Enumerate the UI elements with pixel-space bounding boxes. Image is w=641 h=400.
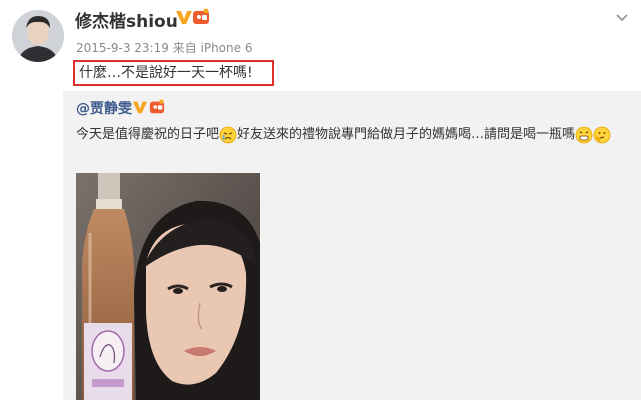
crying-emoji-icon — [219, 126, 237, 144]
repost-text-part1: 今天是值得慶祝的日子吧 — [76, 127, 220, 142]
post-photo[interactable] — [76, 173, 260, 400]
grin-emoji-icon — [575, 126, 593, 144]
repost-text-part2: 好友送來的禮物說專門給做月子的媽媽喝…請問是喝一瓶嗎 — [237, 127, 576, 142]
author-name[interactable]: 修杰楷shiou — [75, 7, 178, 32]
post-meta: 2015-9-3 23:19 来自 iPhone 6 — [76, 41, 253, 55]
verified-v-icon[interactable] — [175, 8, 193, 26]
weibo-post: 修杰楷shiou 2015-9-3 23:19 来自 iPhone 6 什麼…不… — [0, 0, 641, 400]
repost-text: 今天是值得慶祝的日子吧 好友送來的禮物說專門給做月子的媽媽喝…請問是喝一瓶嗎 — [76, 124, 611, 146]
chevron-down-icon[interactable] — [614, 10, 630, 26]
thinking-emoji-icon — [593, 126, 611, 144]
fan-badge-icon[interactable] — [192, 8, 210, 26]
verified-v-icon[interactable] — [132, 99, 148, 115]
avatar[interactable] — [12, 10, 64, 62]
fan-badge-icon[interactable] — [149, 99, 165, 115]
post-text: 什麼…不是說好一天一杯嗎! — [73, 60, 274, 86]
repost-card: @贾静雯 今天是值得慶祝的日子吧 好友送來的禮物說專門給做月子的媽媽喝…請問是喝一… — [63, 91, 641, 400]
repost-author[interactable]: @贾静雯 — [76, 98, 132, 118]
